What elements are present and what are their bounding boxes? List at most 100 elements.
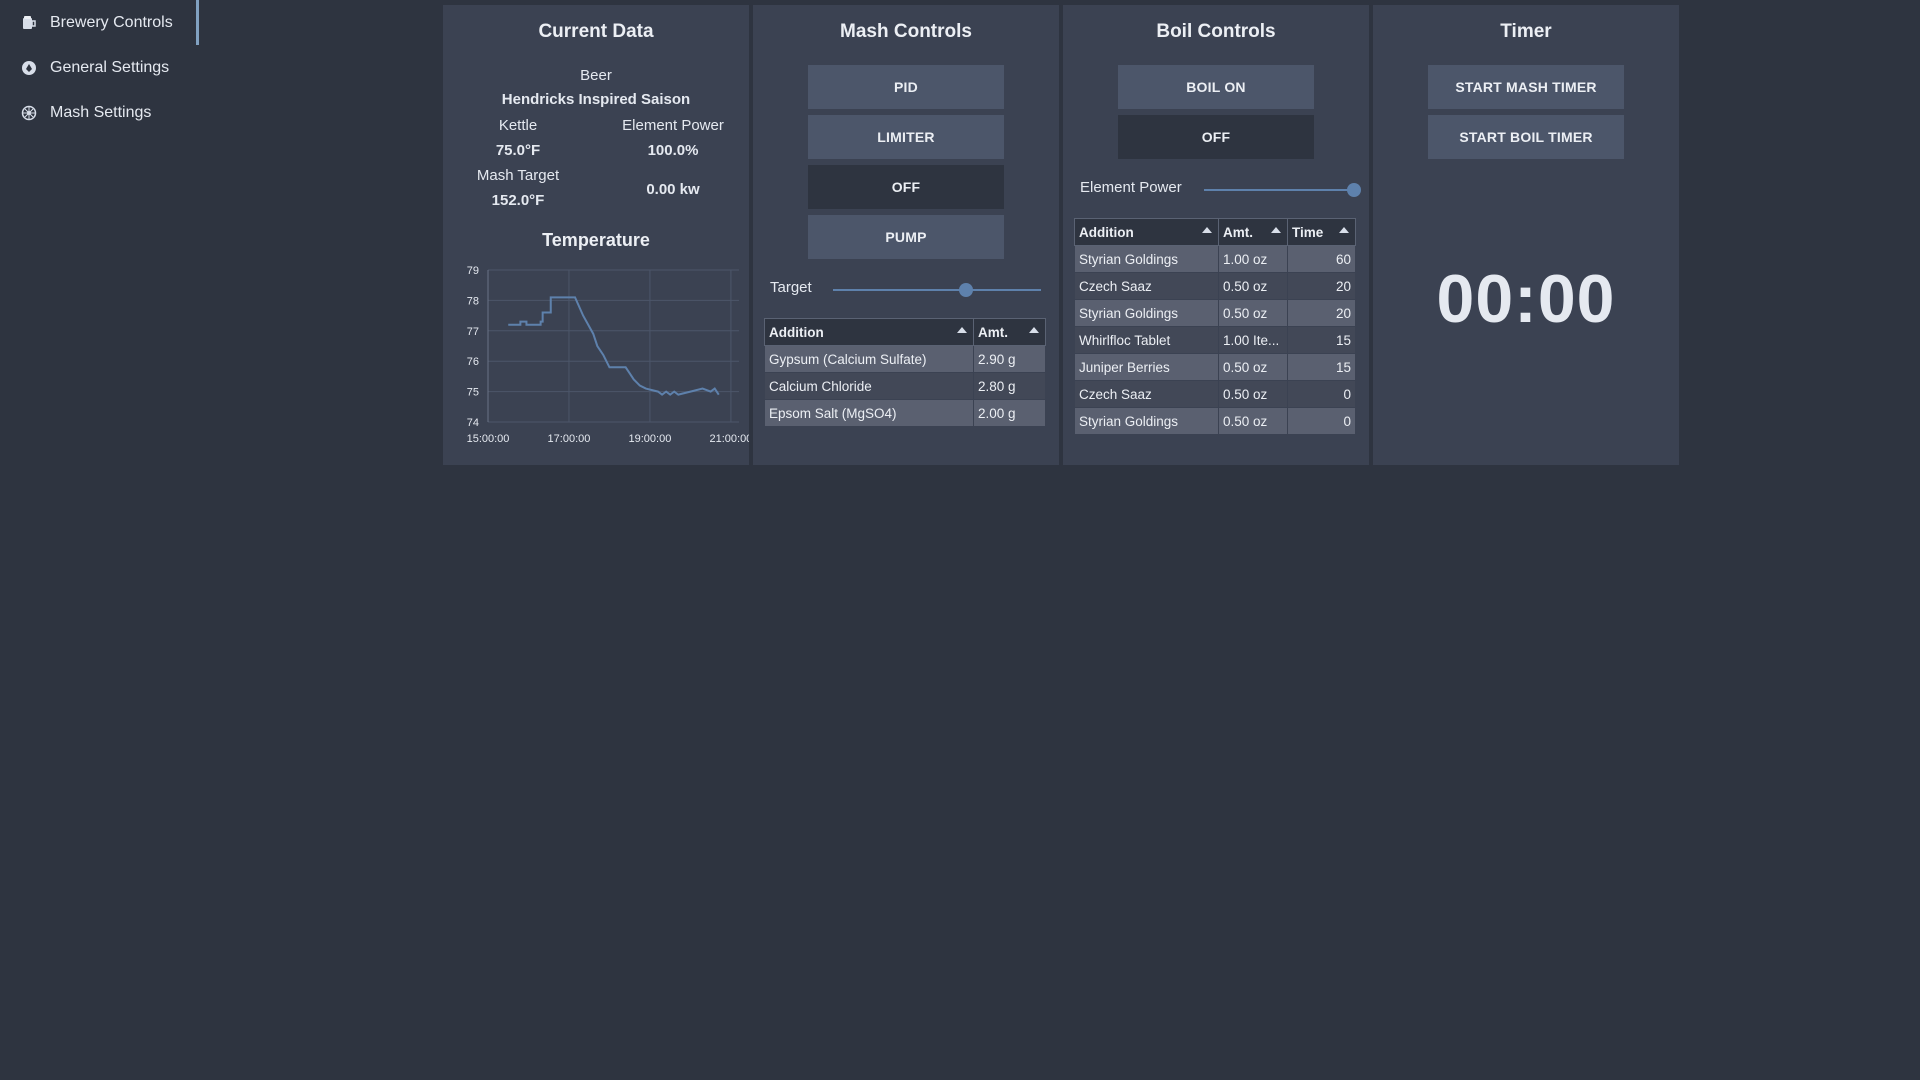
table-row[interactable]: Styrian Goldings 0.50 oz 20 bbox=[1074, 299, 1356, 327]
kettle-label: Kettle bbox=[498, 117, 538, 134]
table-row[interactable]: Styrian Goldings 0.50 oz 0 bbox=[1074, 407, 1356, 435]
amount-cell: 0.50 oz bbox=[1218, 272, 1288, 300]
x-tick-label: 17:00:00 bbox=[548, 433, 591, 445]
sidebar-item-general-settings[interactable]: General Settings bbox=[20, 48, 190, 88]
y-tick-label: 74 bbox=[467, 417, 479, 429]
mash-target-label: Mash Target bbox=[476, 167, 560, 184]
table-row[interactable]: Styrian Goldings 1.00 oz 60 bbox=[1074, 245, 1356, 273]
addition-cell: Styrian Goldings bbox=[1074, 407, 1219, 435]
table-row[interactable]: Czech Saaz 0.50 oz 20 bbox=[1074, 272, 1356, 300]
active-indicator bbox=[196, 0, 199, 45]
sort-asc-icon bbox=[1339, 227, 1349, 233]
amount-cell: 0.50 oz bbox=[1218, 299, 1288, 327]
addition-cell: Styrian Goldings bbox=[1074, 245, 1219, 273]
time-cell: 60 bbox=[1287, 245, 1356, 273]
timer-title: Timer bbox=[1500, 21, 1552, 42]
addition-cell: Czech Saaz bbox=[1074, 380, 1219, 408]
addition-cell: Styrian Goldings bbox=[1074, 299, 1219, 327]
limiter-button[interactable]: LIMITER bbox=[808, 115, 1004, 159]
table-row[interactable]: Gypsum (Calcium Sulfate) 2.90 g bbox=[764, 345, 1046, 373]
y-tick-label: 75 bbox=[467, 387, 479, 399]
x-tick-label: 15:00:00 bbox=[467, 433, 510, 445]
timer-panel: Timer START MASH TIMER START BOIL TIMER … bbox=[1373, 5, 1679, 465]
current-data-title: Current Data bbox=[538, 21, 654, 42]
amount-cell: 1.00 Ite... bbox=[1218, 326, 1288, 354]
gear-wheel-icon bbox=[20, 104, 38, 122]
kettle-value: 75.0°F bbox=[495, 142, 541, 159]
sidebar-item-label: Mash Settings bbox=[50, 104, 152, 121]
amount-cell: 0.50 oz bbox=[1218, 407, 1288, 435]
mash-target-value: 152.0°F bbox=[491, 192, 545, 209]
time-cell: 15 bbox=[1287, 353, 1356, 381]
boil-on-button[interactable]: BOIL ON bbox=[1118, 65, 1314, 109]
timer-display: 00:00 bbox=[1436, 261, 1616, 337]
beer-label: Beer bbox=[580, 67, 612, 84]
column-header-addition[interactable]: Addition bbox=[764, 318, 974, 346]
beer-name: Hendricks Inspired Saison bbox=[501, 91, 691, 108]
beer-mug-icon bbox=[20, 14, 38, 32]
sort-asc-icon bbox=[1271, 227, 1281, 233]
y-tick-label: 76 bbox=[467, 356, 479, 368]
mash-additions-table: Addition Amt. Gypsum (Calcium Sulfate) 2… bbox=[764, 318, 1046, 427]
table-row[interactable]: Whirlfloc Tablet 1.00 Ite... 15 bbox=[1074, 326, 1356, 354]
addition-cell: Gypsum (Calcium Sulfate) bbox=[764, 345, 974, 373]
start-mash-timer-button[interactable]: START MASH TIMER bbox=[1428, 65, 1624, 109]
time-cell: 0 bbox=[1287, 407, 1356, 435]
time-cell: 15 bbox=[1287, 326, 1356, 354]
element-power-slider-handle[interactable] bbox=[1347, 183, 1361, 197]
element-power-slider-track[interactable] bbox=[1204, 189, 1354, 191]
mash-off-button[interactable]: OFF bbox=[808, 165, 1004, 209]
amount-cell: 2.90 g bbox=[973, 345, 1046, 373]
x-tick-label: 19:00:00 bbox=[629, 433, 672, 445]
pid-button[interactable]: PID bbox=[808, 65, 1004, 109]
sidebar-item-mash-settings[interactable]: Mash Settings bbox=[20, 93, 190, 133]
column-header-time[interactable]: Time bbox=[1287, 218, 1356, 246]
addition-cell: Calcium Chloride bbox=[764, 372, 974, 400]
sidebar-item-label: General Settings bbox=[50, 59, 170, 76]
column-header-amt[interactable]: Amt. bbox=[973, 318, 1046, 346]
column-header-addition[interactable]: Addition bbox=[1074, 218, 1219, 246]
table-row[interactable]: Czech Saaz 0.50 oz 0 bbox=[1074, 380, 1356, 408]
temperature-chart: 79 78 77 76 75 74 15:00:00 17:00:00 19:00:00 21:0… bbox=[467, 265, 749, 445]
sort-asc-icon bbox=[1029, 327, 1039, 333]
amount-cell: 0.50 oz bbox=[1218, 380, 1288, 408]
target-label: Target bbox=[770, 279, 812, 296]
table-row[interactable]: Calcium Chloride 2.80 g bbox=[764, 372, 1046, 400]
sort-asc-icon bbox=[1202, 227, 1212, 233]
temperature-series-line bbox=[508, 296, 720, 396]
amount-cell: 0.50 oz bbox=[1218, 353, 1288, 381]
target-slider-track[interactable] bbox=[833, 289, 1041, 291]
boil-controls-panel: Boil Controls BOIL ON OFF Element Power … bbox=[1063, 5, 1369, 465]
table-row[interactable]: Juniper Berries 0.50 oz 15 bbox=[1074, 353, 1356, 381]
sidebar-item-label: Brewery Controls bbox=[50, 14, 173, 31]
addition-cell: Epsom Salt (MgSO4) bbox=[764, 399, 974, 427]
table-row[interactable]: Epsom Salt (MgSO4) 2.00 g bbox=[764, 399, 1046, 427]
addition-cell: Whirlfloc Tablet bbox=[1074, 326, 1219, 354]
amount-cell: 2.80 g bbox=[973, 372, 1046, 400]
hand-power-icon bbox=[20, 59, 38, 77]
time-cell: 0 bbox=[1287, 380, 1356, 408]
target-slider-handle[interactable] bbox=[959, 283, 974, 297]
boil-additions-table: Addition Amt. Time Styrian Goldings 1.00… bbox=[1074, 218, 1356, 435]
y-tick-label: 79 bbox=[467, 265, 479, 277]
y-tick-label: 77 bbox=[467, 326, 479, 338]
y-tick-label: 78 bbox=[467, 295, 479, 307]
addition-cell: Czech Saaz bbox=[1074, 272, 1219, 300]
start-boil-timer-button[interactable]: START BOIL TIMER bbox=[1428, 115, 1624, 159]
time-cell: 20 bbox=[1287, 299, 1356, 327]
element-power-value: 100.0% bbox=[647, 142, 699, 159]
amount-cell: 1.00 oz bbox=[1218, 245, 1288, 273]
column-header-amt[interactable]: Amt. bbox=[1218, 218, 1288, 246]
sidebar-item-brewery-controls[interactable]: Brewery Controls bbox=[20, 3, 190, 43]
x-tick-label: 21:00:00 bbox=[709, 433, 749, 445]
addition-cell: Juniper Berries bbox=[1074, 353, 1219, 381]
element-power-slider-label: Element Power bbox=[1080, 179, 1182, 196]
amount-cell: 2.00 g bbox=[973, 399, 1046, 427]
mash-controls-title: Mash Controls bbox=[840, 21, 972, 42]
boil-off-button[interactable]: OFF bbox=[1118, 115, 1314, 159]
pump-button[interactable]: PUMP bbox=[808, 215, 1004, 259]
current-data-panel: Current Data Beer Hendricks Inspired Sai… bbox=[443, 5, 749, 465]
time-cell: 20 bbox=[1287, 272, 1356, 300]
power-kw-value: 0.00 kw bbox=[646, 181, 700, 198]
chart-title: Temperature bbox=[542, 230, 650, 250]
